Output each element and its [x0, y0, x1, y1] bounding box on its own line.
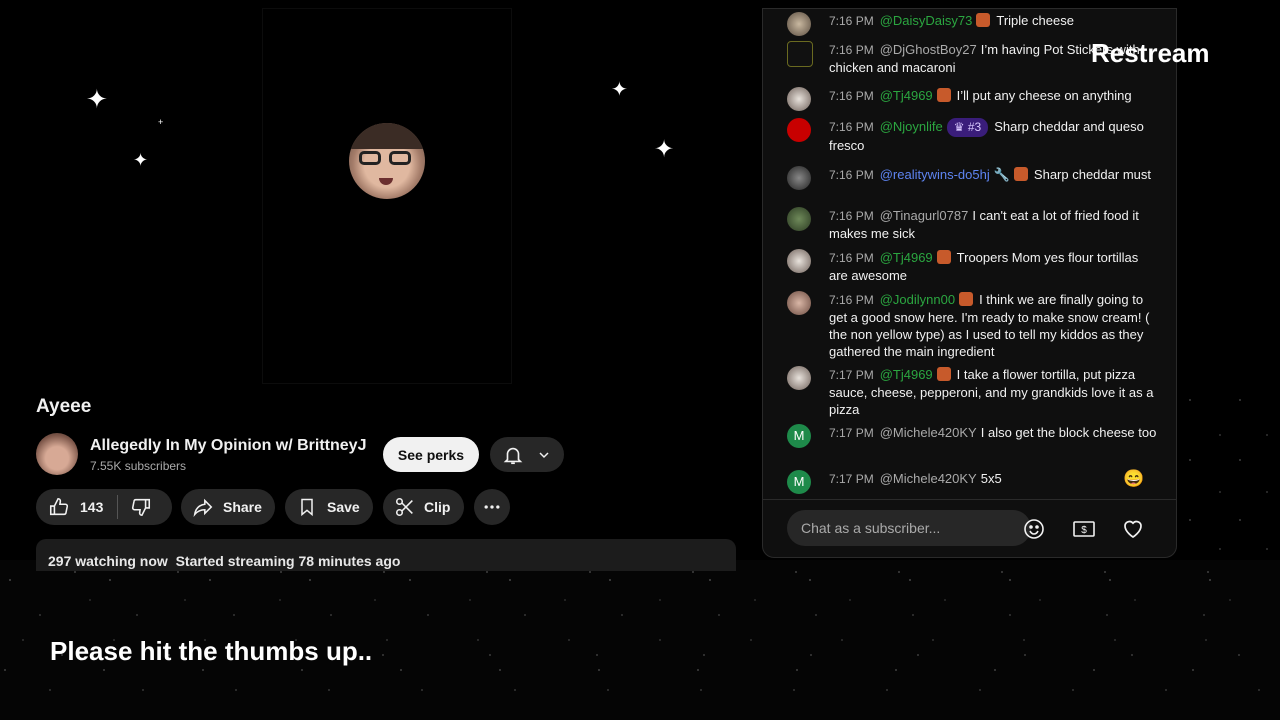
overlay-caption: Please hit the thumbs up..	[50, 636, 373, 666]
member-badge-icon	[936, 88, 951, 102]
like-count: 143	[80, 499, 104, 515]
sparkle-icon: ✦	[654, 136, 675, 163]
chat-author[interactable]: @Tinagurl0787	[880, 208, 969, 223]
see-perks-button[interactable]: See perks	[383, 437, 479, 472]
sparkle-icon: ✦	[611, 79, 628, 101]
more-horizontal-icon	[484, 505, 500, 509]
like-button[interactable]: 143	[36, 496, 103, 518]
chat-author[interactable]: @realitywins-do5hj	[880, 167, 990, 182]
chat-text: Troopers Mom yes flour tortillas are awe…	[829, 250, 1139, 283]
chat-text: I think we are finally going to get a go…	[829, 292, 1150, 359]
chat-time: 7:16 PM	[829, 209, 874, 223]
chat-avatar[interactable]	[787, 366, 811, 390]
member-badge-icon	[976, 13, 991, 27]
member-badge-icon	[959, 292, 974, 306]
thumbs-up-icon	[49, 497, 69, 516]
chat-author[interactable]: @Tj4969	[880, 88, 933, 103]
chat-avatar[interactable]	[787, 87, 811, 111]
chat-time: 7:16 PM	[829, 293, 874, 307]
subscriber-count: 7.55K subscribers	[90, 459, 187, 473]
live-stats: 297 watching now Started streaming 78 mi…	[48, 553, 401, 569]
chat-avatar[interactable]	[787, 41, 813, 67]
chat-author[interactable]: @Jodilynn00	[880, 292, 955, 307]
chat-avatar[interactable]: M	[787, 470, 811, 494]
chat-avatar[interactable]	[787, 12, 811, 36]
chat-text: I take a flower tortilla, put pizza sauc…	[829, 367, 1154, 417]
chat-text: Sharp cheddar must	[1033, 167, 1151, 182]
sparkle-icon: +	[158, 117, 164, 127]
notification-bell-button[interactable]	[490, 437, 564, 472]
bell-icon	[503, 447, 523, 464]
emoji-reaction-icon: 😄	[1123, 469, 1145, 488]
chat-time: 7:17 PM	[829, 472, 874, 486]
chat-time: 7:16 PM	[829, 89, 874, 103]
clip-button[interactable]: Clip	[383, 489, 464, 525]
sparkle-icon: ✦	[133, 150, 149, 170]
chat-author[interactable]: @Njoynlife	[880, 119, 943, 134]
video-player[interactable]	[262, 8, 512, 384]
like-dislike-group: 143	[36, 489, 172, 525]
chat-avatar[interactable]: M	[787, 424, 811, 448]
share-label: Share	[223, 499, 262, 515]
chat-text: I’ll put any cheese on anything	[956, 88, 1132, 103]
chat-divider	[763, 499, 1176, 500]
chat-text: I can't eat a lot of fried food it makes…	[829, 208, 1139, 241]
sparkle-icon: ✦	[86, 84, 108, 114]
chat-author[interactable]: @Michele420KY	[880, 471, 977, 486]
more-actions-button[interactable]	[474, 489, 510, 525]
video-title: Ayeee	[36, 396, 92, 417]
bookmark-icon	[301, 498, 313, 517]
description-box[interactable]: 297 watching now Started streaming 78 mi…	[36, 539, 736, 571]
scissors-icon	[395, 497, 413, 517]
chat-author[interactable]: @Michele420KY	[880, 425, 977, 440]
starfield-background-right	[1180, 380, 1280, 560]
dislike-button[interactable]	[118, 496, 152, 518]
chat-text: Triple cheese	[996, 13, 1074, 28]
chat-author[interactable]: @DaisyDaisy73	[880, 13, 973, 28]
chat-avatar[interactable]	[787, 118, 811, 142]
chat-avatar[interactable]	[787, 249, 811, 273]
chat-text: 5x5	[980, 471, 1002, 486]
svg-text:$: $	[1081, 525, 1087, 536]
channel-name[interactable]: Allegedly In My Opinion w/ BrittneyJ	[90, 437, 366, 455]
save-button[interactable]: Save	[285, 489, 373, 525]
chat-author[interactable]: @Tj4969	[880, 367, 933, 382]
chat-text: I also get the block cheese too	[980, 425, 1157, 440]
chat-time: 7:16 PM	[829, 43, 874, 57]
chat-time: 7:17 PM	[829, 368, 874, 382]
rank-badge: ♛ #3	[946, 118, 989, 137]
channel-avatar[interactable]	[36, 433, 78, 475]
chat-time: 7:17 PM	[829, 426, 874, 440]
chat-avatar[interactable]	[787, 291, 811, 315]
restream-watermark: Restream	[1091, 38, 1210, 68]
chat-avatar[interactable]	[787, 207, 811, 231]
chat-time: 7:16 PM	[829, 14, 874, 28]
member-badge-icon	[1013, 167, 1028, 181]
streamer-webcam	[349, 123, 425, 199]
live-chat-panel: 7:16 PM @DaisyDaisy73 Triple cheese 7:16 P…	[762, 8, 1177, 558]
member-badge-icon	[936, 367, 951, 381]
emoji-picker-icon[interactable]	[1022, 517, 1046, 546]
chat-author[interactable]: @DjGhostBoy27	[880, 42, 977, 57]
clip-label: Clip	[424, 499, 451, 515]
thumbs-down-icon	[132, 498, 151, 517]
chat-input[interactable]: Chat as a subscriber...	[787, 510, 1031, 546]
wrench-icon: 🔧	[993, 167, 1010, 182]
chat-time: 7:16 PM	[829, 251, 874, 265]
share-icon	[193, 498, 213, 517]
chat-time: 7:16 PM	[829, 168, 874, 182]
heart-icon[interactable]	[1121, 517, 1145, 546]
chat-author[interactable]: @Tj4969	[880, 250, 933, 265]
chat-time: 7:16 PM	[829, 120, 874, 134]
super-chat-icon[interactable]: $	[1072, 517, 1096, 546]
chat-avatar[interactable]	[787, 166, 811, 190]
chevron-down-icon	[539, 451, 549, 458]
share-button[interactable]: Share	[181, 489, 275, 525]
save-label: Save	[327, 499, 360, 515]
member-badge-icon	[936, 250, 951, 264]
